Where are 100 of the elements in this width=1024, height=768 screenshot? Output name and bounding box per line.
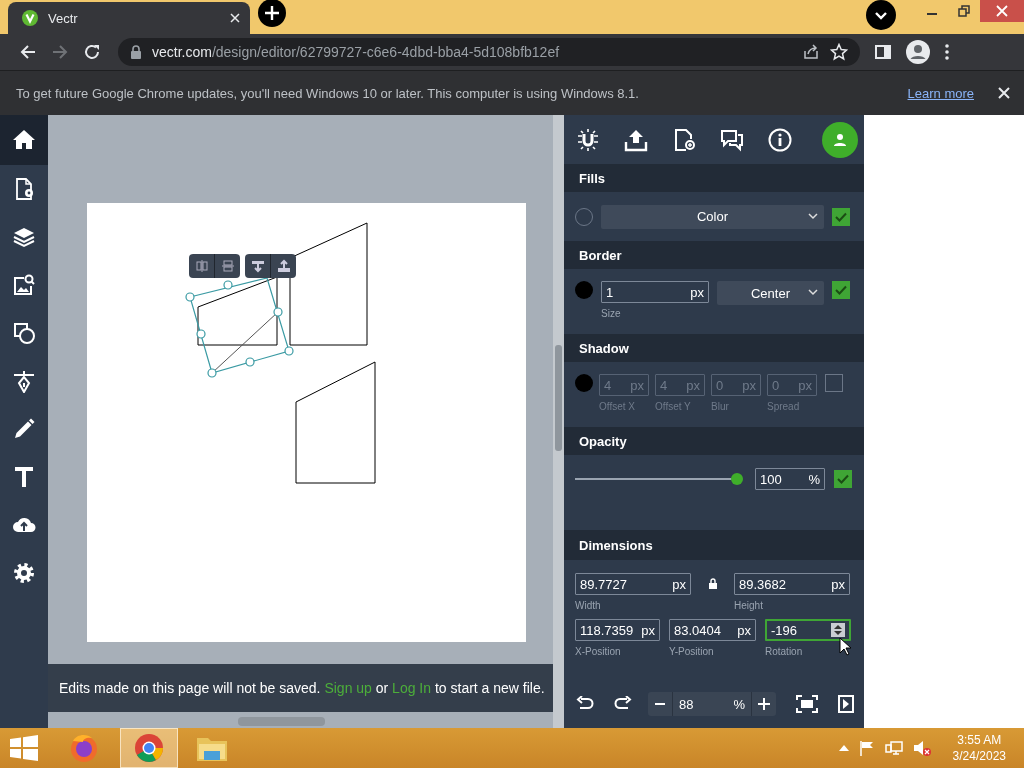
size-field[interactable]: 1 px bbox=[601, 281, 709, 303]
restore-icon[interactable] bbox=[958, 5, 970, 17]
section-header: Shadow bbox=[564, 334, 864, 362]
field-label: Y-Position bbox=[669, 646, 715, 657]
field-label: Size bbox=[601, 308, 622, 319]
tab-title: Vectr bbox=[48, 10, 79, 26]
border-position-dropdown[interactable]: Center bbox=[717, 281, 824, 305]
section-header: Dimensions bbox=[564, 530, 864, 560]
fill-type-dropdown[interactable]: Color bbox=[601, 204, 824, 229]
mouse-cursor-icon bbox=[839, 637, 852, 656]
field-label: Offset Y bbox=[655, 401, 692, 412]
speaker-muted-icon[interactable] bbox=[912, 740, 931, 756]
quadrilateral-shape[interactable] bbox=[289, 222, 368, 346]
chevron-icon bbox=[808, 212, 818, 220]
info-icon[interactable] bbox=[768, 127, 792, 152]
close-icon[interactable] bbox=[230, 13, 240, 23]
scrollbar-thumb[interactable] bbox=[555, 345, 562, 451]
home-icon bbox=[12, 128, 36, 152]
person-icon bbox=[833, 132, 847, 147]
update-message: To get future Google Chrome updates, you'll need Windows 10 or later. This computer is using Windows 8.1. bbox=[16, 85, 640, 101]
field-label: Height bbox=[734, 600, 764, 611]
learn-more-link[interactable]: Learn more bbox=[907, 85, 974, 101]
field-label: Width bbox=[575, 600, 602, 611]
fit-screen-icon[interactable] bbox=[796, 695, 818, 713]
taskbar-app[interactable] bbox=[120, 728, 178, 768]
undo-icon[interactable] bbox=[576, 696, 594, 712]
notice-text: Edits made on this page will not be saved. Sign up or Log In to start a new file. bbox=[59, 680, 545, 696]
browser-tab[interactable]: Vectr bbox=[8, 2, 250, 34]
layers-icon bbox=[12, 225, 36, 249]
opacity-slider[interactable] bbox=[575, 473, 743, 485]
send-backward-icon bbox=[250, 259, 265, 273]
shapes-icon bbox=[12, 321, 36, 345]
profile-icon[interactable] bbox=[906, 40, 930, 64]
lock-icon bbox=[130, 45, 142, 59]
color-swatch[interactable] bbox=[575, 374, 593, 392]
star-icon[interactable] bbox=[830, 43, 848, 61]
section-header: Opacity bbox=[564, 427, 864, 455]
network-icon[interactable] bbox=[884, 740, 903, 756]
upload-icon[interactable] bbox=[624, 127, 648, 152]
settings-icon bbox=[12, 561, 36, 585]
height-field[interactable]: 89.3682 px bbox=[734, 573, 850, 595]
close-icon[interactable] bbox=[998, 87, 1010, 99]
opacity-field[interactable]: 100 % bbox=[755, 468, 825, 490]
quadrilateral-shape[interactable] bbox=[197, 276, 278, 346]
back-icon[interactable] bbox=[19, 43, 37, 61]
flag-icon[interactable] bbox=[858, 740, 875, 756]
address-bar[interactable]: vectr.com/design/editor/62799727-c6e6-4dbd-bba4-5d108bfb12ef bbox=[118, 38, 860, 66]
section-header: Fills bbox=[564, 164, 864, 192]
spinner-icon[interactable] bbox=[834, 625, 842, 635]
close-button[interactable] bbox=[980, 0, 1024, 22]
field-label: Blur bbox=[711, 401, 730, 412]
pencil-icon bbox=[12, 417, 36, 441]
magnet-icon[interactable] bbox=[576, 127, 600, 152]
field-label: Offset X bbox=[599, 401, 636, 412]
chat-icon[interactable] bbox=[720, 127, 744, 152]
rotation-field[interactable]: -196 bbox=[765, 619, 851, 641]
account-button[interactable] bbox=[822, 121, 858, 158]
new-file-icon[interactable] bbox=[672, 127, 696, 152]
chevron-up-icon[interactable] bbox=[838, 745, 849, 751]
share-icon[interactable] bbox=[802, 43, 820, 61]
width-field[interactable]: 89.7727 px bbox=[575, 573, 691, 595]
color-swatch[interactable] bbox=[575, 281, 593, 299]
section-header: Border bbox=[564, 241, 864, 269]
scrollbar-thumb[interactable] bbox=[238, 717, 325, 726]
flip-horizontal-icon bbox=[194, 259, 209, 273]
close-icon bbox=[996, 5, 1008, 17]
lock-icon[interactable] bbox=[707, 578, 718, 590]
side-panel-icon[interactable] bbox=[874, 43, 892, 61]
log-in-link[interactable]: Log In bbox=[392, 680, 432, 696]
text-tool-icon bbox=[12, 465, 36, 489]
x-position-field[interactable]: 118.7359 px bbox=[575, 619, 660, 641]
check-icon bbox=[835, 285, 847, 295]
menu-icon[interactable] bbox=[944, 43, 950, 61]
panel-toggle-icon[interactable] bbox=[838, 695, 854, 713]
new-tab-icon[interactable] bbox=[258, 0, 286, 27]
checkbox[interactable] bbox=[825, 374, 843, 392]
checkbox[interactable] bbox=[832, 207, 850, 226]
sidebar-tool[interactable] bbox=[0, 115, 48, 165]
field-label: Rotation bbox=[765, 646, 804, 657]
check-icon bbox=[837, 474, 849, 484]
plus-icon bbox=[758, 698, 770, 710]
pen-tool-icon bbox=[12, 369, 36, 393]
reload-icon[interactable] bbox=[83, 43, 101, 61]
sign-up-link[interactable]: Sign up bbox=[324, 680, 372, 696]
checkbox[interactable] bbox=[834, 470, 852, 488]
firefox-icon bbox=[69, 733, 99, 763]
check-icon bbox=[835, 211, 847, 222]
field-label: Spread bbox=[767, 401, 801, 412]
favicon-icon bbox=[22, 10, 38, 26]
minus-icon bbox=[655, 703, 665, 705]
chevron-icon bbox=[808, 289, 818, 296]
windows-logo-icon bbox=[10, 735, 38, 761]
chrome-icon bbox=[134, 733, 164, 763]
flip-vertical-icon bbox=[220, 259, 235, 273]
selection-frame[interactable] bbox=[185, 277, 294, 378]
dropdown-icon[interactable] bbox=[866, 0, 896, 30]
image-search-icon bbox=[12, 273, 36, 297]
redo-icon[interactable] bbox=[614, 696, 632, 712]
checkbox[interactable] bbox=[832, 281, 850, 299]
y-position-field[interactable]: 83.0404 px bbox=[669, 619, 756, 641]
